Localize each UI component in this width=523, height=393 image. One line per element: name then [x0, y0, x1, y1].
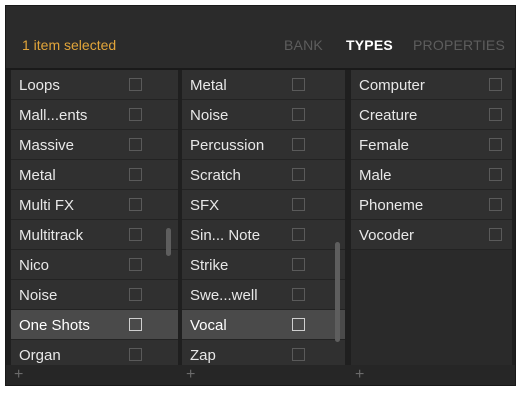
- list-item-label: Vocoder: [359, 227, 415, 244]
- browser-header: 1 item selected BANK TYPES PROPERTIES: [6, 6, 515, 70]
- list-item-label: Loops: [19, 77, 60, 94]
- list-item[interactable]: Percussion: [182, 130, 345, 160]
- list-item-label: Scratch: [190, 167, 241, 184]
- list-item[interactable]: Noise: [182, 100, 345, 130]
- list-item-label: Nico: [19, 257, 50, 274]
- checkbox[interactable]: [129, 78, 142, 91]
- list-item-label: Multitrack: [19, 227, 84, 244]
- list-item-label: Percussion: [190, 137, 265, 154]
- checkbox[interactable]: [129, 168, 142, 181]
- list-item-label: Strike: [190, 257, 229, 274]
- browser-footer: + + +: [6, 365, 515, 385]
- tab-properties[interactable]: PROPERTIES: [413, 37, 505, 53]
- list-item-label: Creature: [359, 107, 418, 124]
- checkbox[interactable]: [129, 228, 142, 241]
- list-item-label: Multi FX: [19, 197, 75, 214]
- add-type-button-2[interactable]: +: [186, 366, 195, 384]
- checkbox[interactable]: [489, 228, 502, 241]
- list-item[interactable]: Scratch: [182, 160, 345, 190]
- list-item-label: Noise: [19, 287, 58, 304]
- checkbox[interactable]: [129, 348, 142, 361]
- type-column-3[interactable]: Computer Creature Female Male Phoneme Vo…: [351, 70, 512, 365]
- checkbox[interactable]: [129, 138, 142, 151]
- checkbox[interactable]: [292, 318, 305, 331]
- list-item[interactable]: Phoneme: [351, 190, 512, 220]
- checkbox[interactable]: [292, 258, 305, 271]
- checkbox[interactable]: [292, 78, 305, 91]
- checkbox[interactable]: [129, 198, 142, 211]
- selection-status: 1 item selected: [22, 37, 117, 53]
- list-item-label: Zap: [190, 347, 216, 364]
- list-item-label: Phoneme: [359, 197, 424, 214]
- list-item-label: Swe...well: [190, 287, 258, 304]
- list-item-selected[interactable]: Vocal: [182, 310, 345, 340]
- list-item-label: SFX: [190, 197, 220, 214]
- checkbox[interactable]: [129, 288, 142, 301]
- list-item-label: Noise: [190, 107, 229, 124]
- checkbox[interactable]: [292, 138, 305, 151]
- list-item[interactable]: Loops: [11, 70, 178, 100]
- checkbox[interactable]: [129, 318, 142, 331]
- checkbox[interactable]: [129, 258, 142, 271]
- list-item[interactable]: Creature: [351, 100, 512, 130]
- checkbox[interactable]: [292, 228, 305, 241]
- list-item[interactable]: Organ: [11, 340, 178, 365]
- list-item[interactable]: Metal: [11, 160, 178, 190]
- tab-bank[interactable]: BANK: [284, 37, 323, 53]
- add-type-button-3[interactable]: +: [355, 366, 364, 384]
- list-item[interactable]: Noise: [11, 280, 178, 310]
- checkbox[interactable]: [292, 168, 305, 181]
- checkbox[interactable]: [292, 288, 305, 301]
- list-item[interactable]: Vocoder: [351, 220, 512, 250]
- list-item[interactable]: Metal: [182, 70, 345, 100]
- checkbox[interactable]: [489, 78, 502, 91]
- column-2-scrollbar[interactable]: [335, 242, 340, 342]
- types-browser-panel: 1 item selected BANK TYPES PROPERTIES Lo…: [5, 5, 516, 386]
- list-item-label: Female: [359, 137, 410, 154]
- checkbox[interactable]: [489, 168, 502, 181]
- list-item[interactable]: Multitrack: [11, 220, 178, 250]
- list-item-label: Organ: [19, 347, 61, 364]
- list-item[interactable]: Nico: [11, 250, 178, 280]
- list-item-label: Mall...ents: [19, 107, 88, 124]
- checkbox[interactable]: [292, 108, 305, 121]
- list-item[interactable]: SFX: [182, 190, 345, 220]
- list-item-label: Metal: [19, 167, 56, 184]
- checkbox[interactable]: [489, 108, 502, 121]
- list-item[interactable]: Swe...well: [182, 280, 345, 310]
- list-item[interactable]: Computer: [351, 70, 512, 100]
- list-item[interactable]: Female: [351, 130, 512, 160]
- list-item-label: One Shots: [19, 317, 90, 334]
- tab-types[interactable]: TYPES: [346, 37, 393, 53]
- type-columns: Loops Mall...ents Massive Metal Multi FX…: [6, 70, 515, 365]
- list-item[interactable]: Male: [351, 160, 512, 190]
- list-item[interactable]: Zap: [182, 340, 345, 365]
- list-item-label: Male: [359, 167, 392, 184]
- column-1-scrollbar[interactable]: [166, 228, 171, 256]
- list-item-label: Massive: [19, 137, 75, 154]
- checkbox[interactable]: [129, 108, 142, 121]
- add-type-button-1[interactable]: +: [14, 366, 23, 384]
- list-item-label: Computer: [359, 77, 425, 94]
- checkbox[interactable]: [489, 138, 502, 151]
- checkbox[interactable]: [489, 198, 502, 211]
- list-item[interactable]: Sin... Note: [182, 220, 345, 250]
- type-column-1[interactable]: Loops Mall...ents Massive Metal Multi FX…: [11, 70, 178, 365]
- list-item[interactable]: Multi FX: [11, 190, 178, 220]
- type-column-2[interactable]: Metal Noise Percussion Scratch SFX Sin..…: [182, 70, 345, 365]
- list-item[interactable]: Mall...ents: [11, 100, 178, 130]
- checkbox[interactable]: [292, 348, 305, 361]
- list-item[interactable]: Massive: [11, 130, 178, 160]
- list-item-label: Sin... Note: [190, 227, 261, 244]
- list-item-selected[interactable]: One Shots: [11, 310, 178, 340]
- list-item-label: Vocal: [190, 317, 227, 334]
- list-item-label: Metal: [190, 77, 227, 94]
- list-item[interactable]: Strike: [182, 250, 345, 280]
- checkbox[interactable]: [292, 198, 305, 211]
